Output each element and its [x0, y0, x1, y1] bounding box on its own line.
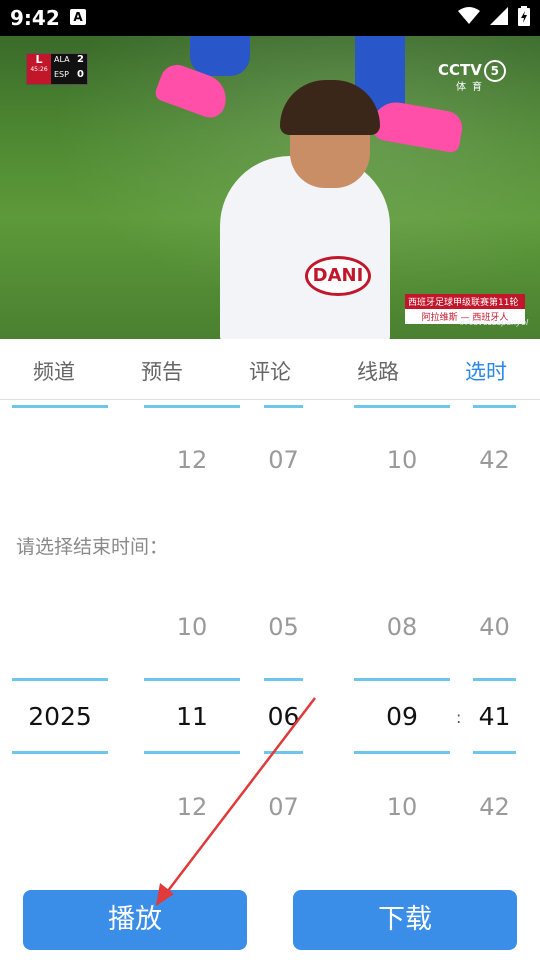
video-player[interactable]: DANI L 45:26 ALA 2 ESP 0 CCTV 5 体育 西班牙足球甲… — [0, 36, 540, 339]
score-row-home: ALA 2 — [51, 54, 87, 69]
end-minute-next[interactable]: 42 — [468, 793, 521, 821]
start-hour-next[interactable]: 10 — [354, 446, 450, 474]
channel-subtitle: 体育 — [456, 82, 488, 93]
tab-bar: 频道 预告 评论 线路 选时 — [0, 339, 540, 400]
end-day-prev[interactable]: 05 — [254, 613, 313, 641]
start-minute-next[interactable]: 42 — [468, 446, 521, 474]
start-month-next[interactable]: 12 — [144, 446, 240, 474]
picker-divider — [473, 678, 516, 681]
end-day-next[interactable]: 07 — [254, 793, 313, 821]
end-year-selected[interactable]: 2025 — [12, 702, 108, 731]
end-minute-selected[interactable]: 41 — [468, 702, 521, 731]
league-logo: L 45:26 — [27, 54, 51, 84]
end-hour-selected[interactable]: 09 — [354, 702, 450, 731]
picker-divider — [12, 678, 108, 681]
end-hour-next[interactable]: 10 — [354, 793, 450, 821]
download-button[interactable]: 下载 — [293, 890, 517, 950]
notification-a-icon: A — [70, 9, 86, 25]
tab-select-time[interactable]: 选时 — [441, 356, 531, 386]
tab-schedule[interactable]: 预告 — [117, 356, 207, 386]
picker-divider — [144, 405, 240, 408]
status-bar: 9:42 A — [0, 0, 540, 36]
end-hour-prev[interactable]: 08 — [354, 613, 450, 641]
signal-icon — [490, 7, 508, 25]
picker-divider — [354, 678, 450, 681]
picker-divider — [12, 405, 108, 408]
picker-divider — [264, 751, 303, 754]
tab-routes[interactable]: 线路 — [333, 356, 423, 386]
match-clock: 45:26 — [30, 66, 48, 73]
picker-divider — [473, 405, 516, 408]
end-day-selected[interactable]: 06 — [254, 702, 313, 731]
tab-channel[interactable]: 频道 — [9, 356, 99, 386]
video-scene — [190, 36, 250, 76]
battery-charging-icon — [518, 6, 530, 26]
picker-divider — [144, 678, 240, 681]
end-month-prev[interactable]: 10 — [144, 613, 240, 641]
end-month-selected[interactable]: 11 — [144, 702, 240, 731]
sponsor-logo: DANI — [305, 256, 371, 296]
status-icons — [458, 6, 530, 26]
end-minute-prev[interactable]: 40 — [468, 613, 521, 641]
wifi-icon — [458, 7, 480, 25]
picker-divider — [473, 751, 516, 754]
play-button[interactable]: 播放 — [23, 890, 247, 950]
status-time: 9:42 — [10, 6, 60, 30]
picker-divider — [354, 751, 450, 754]
picker-divider — [12, 751, 108, 754]
picker-divider — [264, 678, 303, 681]
match-hashtag: #AlavésEspanyol — [459, 318, 529, 327]
time-separator: : — [456, 708, 462, 727]
end-time-label: 请选择结束时间： — [16, 536, 169, 558]
score-row-away: ESP 0 — [51, 69, 87, 84]
start-day-next[interactable]: 07 — [254, 446, 313, 474]
picker-divider — [144, 751, 240, 754]
tab-comments[interactable]: 评论 — [225, 356, 315, 386]
scoreboard: L 45:26 ALA 2 ESP 0 — [26, 53, 88, 85]
picker-divider — [354, 405, 450, 408]
picker-divider — [264, 405, 303, 408]
player-figure — [220, 156, 390, 339]
end-month-next[interactable]: 12 — [144, 793, 240, 821]
